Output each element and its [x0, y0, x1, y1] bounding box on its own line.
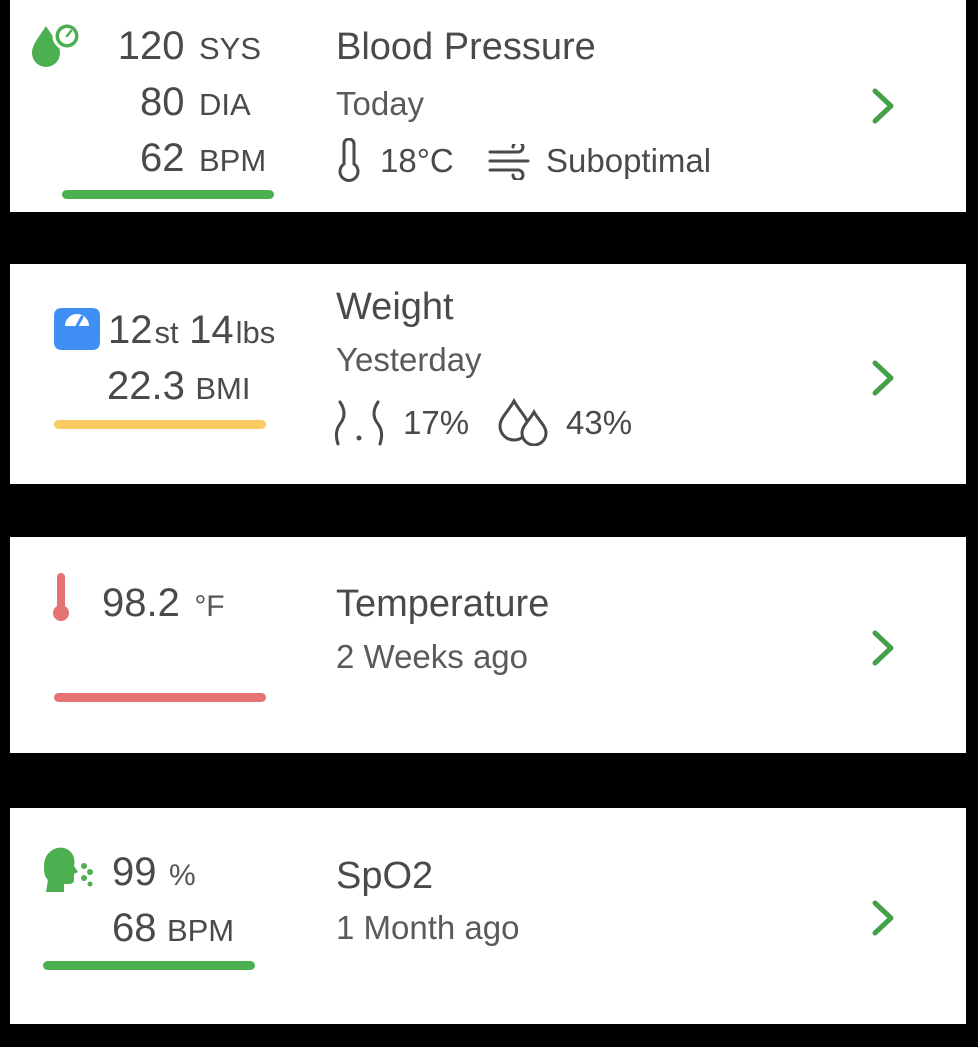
- temperature-title: Temperature: [336, 583, 550, 625]
- oxygen-saturation-value: 99: [112, 850, 157, 894]
- water-drops-icon: [498, 398, 548, 446]
- bp-status-bar: [62, 190, 274, 199]
- diastolic-value: 80: [140, 80, 185, 124]
- blood-pressure-title: Blood Pressure: [336, 26, 596, 68]
- weight-stones-unit: st: [154, 315, 179, 350]
- wind-icon: [488, 144, 530, 180]
- body-fat-icon: [334, 400, 384, 446]
- breathing-head-icon: [44, 847, 93, 892]
- temperature-unit: °F: [194, 590, 225, 623]
- blood-pressure-card[interactable]: 120 SYS 80 DIA 62 BPM Blood Pressure Tod…: [10, 0, 966, 212]
- bp-pulse-unit: BPM: [199, 143, 267, 178]
- diastolic-unit: DIA: [199, 87, 251, 122]
- temperature-when: 2 Weeks ago: [336, 638, 529, 675]
- bmi-value: 22.3: [107, 364, 185, 408]
- bp-pulse-value: 62: [140, 136, 185, 180]
- ambient-temperature: 18°C: [380, 142, 454, 179]
- weighing-scale-icon: [54, 308, 100, 350]
- spo2-status-bar: [43, 961, 255, 970]
- temperature-value: 98.2: [102, 581, 180, 625]
- chevron-right-icon[interactable]: [870, 900, 896, 936]
- weight-stones: 12: [108, 308, 153, 352]
- spo2-title: SpO2: [336, 855, 434, 897]
- oxygen-saturation-unit: %: [168, 859, 196, 892]
- body-fat-percent: 17%: [403, 404, 470, 441]
- spo2-card[interactable]: 99 % 68 BPM SpO2 1 Month ago: [10, 808, 966, 1024]
- thermometer-icon: [53, 573, 69, 621]
- chevron-right-icon[interactable]: [870, 630, 896, 666]
- thermometer-outline-icon: [338, 138, 360, 182]
- bmi-unit: BMI: [195, 371, 251, 406]
- weight-pounds-unit: lbs: [235, 315, 276, 350]
- weight-pounds: 14: [189, 308, 234, 352]
- weight-status-bar: [54, 420, 266, 429]
- body-water-percent: 43%: [566, 404, 633, 441]
- temperature-card[interactable]: 98.2 °F Temperature 2 Weeks ago: [10, 537, 966, 753]
- spo2-pulse-unit: BPM: [166, 913, 235, 948]
- systolic-value: 120: [117, 24, 185, 68]
- chevron-right-icon[interactable]: [870, 88, 896, 124]
- systolic-unit: SYS: [199, 31, 262, 66]
- weight-when: Yesterday: [336, 341, 482, 378]
- spo2-when: 1 Month ago: [336, 909, 520, 946]
- blood-pressure-drop-gauge-icon: [32, 21, 82, 67]
- air-quality: Suboptimal: [546, 142, 712, 179]
- weight-title: Weight: [336, 286, 454, 328]
- weight-card[interactable]: 12st 14lbs 22.3 BMI Weight Yesterday 17%…: [10, 264, 966, 484]
- blood-pressure-when: Today: [336, 85, 425, 122]
- spo2-pulse-value: 68: [112, 906, 157, 950]
- chevron-right-icon[interactable]: [870, 360, 896, 396]
- temperature-status-bar: [54, 693, 266, 702]
